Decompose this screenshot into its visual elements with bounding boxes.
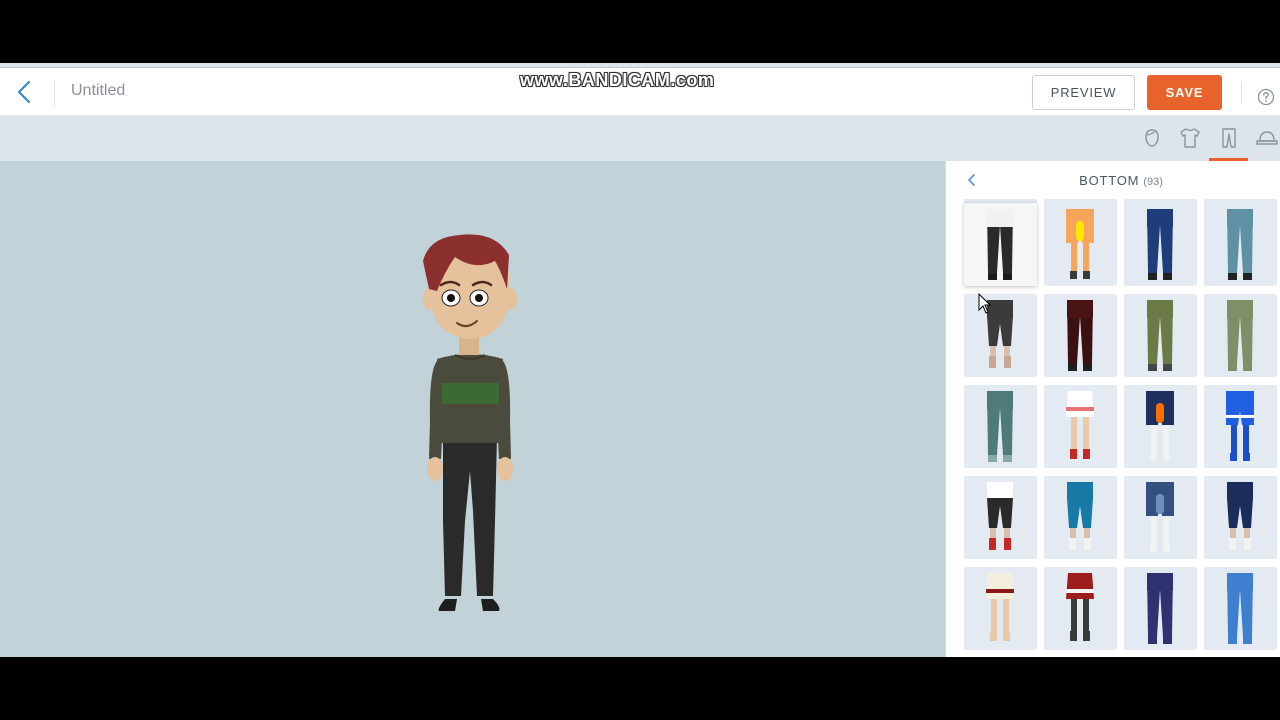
- bottom-item-tile[interactable]: [964, 476, 1037, 559]
- bottom-item-tile[interactable]: [964, 294, 1037, 377]
- bottom-item-tile[interactable]: [1044, 567, 1117, 650]
- bottom-item-thumbnail: [987, 391, 1013, 462]
- bottom-category-button[interactable]: [1217, 126, 1241, 150]
- head-category-button[interactable]: [1140, 126, 1164, 150]
- letterbox-bottom: [0, 657, 1280, 720]
- bottom-item-tile[interactable]: [1124, 476, 1197, 559]
- item-count: (93): [1143, 176, 1163, 188]
- document-title[interactable]: Untitled: [71, 82, 125, 100]
- bottom-item-tile[interactable]: [1124, 567, 1197, 650]
- bottom-item-thumbnail: [1227, 209, 1253, 280]
- chevron-left-icon: [17, 80, 31, 104]
- category-toolbar: [0, 116, 1280, 161]
- character-figure: [423, 234, 517, 611]
- bottom-item-tile[interactable]: [964, 385, 1037, 468]
- bottom-item-tile[interactable]: [964, 203, 1037, 286]
- shirt-icon: [1180, 128, 1200, 148]
- bottom-item-tile[interactable]: [1044, 203, 1117, 286]
- screen: Untitled www.BANDICAM.com PREVIEW SAVE B…: [0, 0, 1280, 720]
- letterbox-top: [0, 0, 1280, 63]
- recording-watermark: www.BANDICAM.com: [520, 70, 715, 90]
- bottom-item-tile[interactable]: [1124, 294, 1197, 377]
- bottom-item-thumbnail: [1146, 391, 1174, 461]
- save-button[interactable]: SAVE: [1147, 75, 1222, 110]
- bottom-item-tile[interactable]: [1204, 567, 1277, 650]
- bottom-item-tile[interactable]: [1204, 203, 1277, 286]
- bottom-item-thumbnail: [1227, 482, 1253, 550]
- panel-title: BOTTOM (93): [946, 173, 1280, 188]
- app-header: Untitled www.BANDICAM.com PREVIEW SAVE: [0, 68, 1280, 116]
- bottom-item-tile[interactable]: [1044, 385, 1117, 468]
- bottom-item-thumbnail: [1066, 209, 1094, 279]
- bottom-item-thumbnail: [987, 209, 1013, 280]
- character-preview[interactable]: [415, 231, 525, 621]
- bottom-item-thumbnail: [1146, 482, 1174, 552]
- bottom-item-thumbnail: [1147, 573, 1173, 644]
- bottom-item-thumbnail: [1227, 573, 1253, 644]
- bottoms-grid: [946, 199, 1280, 657]
- bottom-item-tile[interactable]: [1204, 385, 1277, 468]
- bottom-item-thumbnail: [1066, 573, 1094, 641]
- pants-icon: [1222, 128, 1236, 148]
- bottom-item-thumbnail: [1066, 391, 1094, 459]
- bottom-item-thumbnail: [987, 482, 1013, 550]
- character-creator-app: Untitled www.BANDICAM.com PREVIEW SAVE B…: [0, 63, 1280, 657]
- bottom-item-tile[interactable]: [1204, 476, 1277, 559]
- character-stage: [0, 161, 945, 657]
- panel-header: BOTTOM (93): [946, 161, 1280, 199]
- bottom-item-thumbnail: [1226, 391, 1254, 461]
- panel-title-text: BOTTOM: [1079, 173, 1140, 188]
- bottom-item-tile[interactable]: [1044, 476, 1117, 559]
- bottom-item-thumbnail: [1227, 300, 1253, 371]
- back-button[interactable]: [10, 76, 40, 108]
- top-category-button[interactable]: [1178, 126, 1202, 150]
- bottom-item-thumbnail: [987, 300, 1013, 368]
- question-circle-icon: [1257, 88, 1275, 106]
- bottom-item-thumbnail: [986, 573, 1014, 641]
- bottom-item-tile[interactable]: [964, 567, 1037, 650]
- bottom-item-tile[interactable]: [1124, 385, 1197, 468]
- head-icon: [1145, 129, 1159, 147]
- bottom-item-thumbnail: [1067, 482, 1093, 550]
- header-divider: [54, 80, 55, 106]
- bottom-item-thumbnail: [1147, 300, 1173, 371]
- help-divider: [1241, 82, 1242, 104]
- bottom-selection-panel: BOTTOM (93): [945, 161, 1280, 657]
- bottom-item-tile[interactable]: [1124, 203, 1197, 286]
- bottom-item-thumbnail: [1067, 300, 1093, 371]
- hat-category-button[interactable]: [1255, 126, 1279, 150]
- bottom-item-tile[interactable]: [1204, 294, 1277, 377]
- bottom-item-tile[interactable]: [1044, 294, 1117, 377]
- preview-button[interactable]: PREVIEW: [1032, 75, 1135, 110]
- hat-icon: [1256, 131, 1278, 145]
- bottom-item-thumbnail: [1147, 209, 1173, 280]
- help-button[interactable]: [1257, 88, 1275, 106]
